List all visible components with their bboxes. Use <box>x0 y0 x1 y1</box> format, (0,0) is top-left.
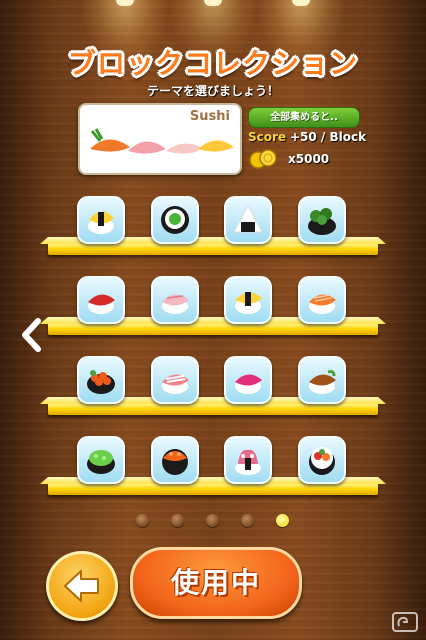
score-value: +50 / Block <box>290 130 367 144</box>
coin-count: x5000 <box>288 152 330 166</box>
ikura-gunkan-icon[interactable] <box>77 356 125 404</box>
octopus-nigiri-icon[interactable] <box>224 436 272 484</box>
salmon-roe-roll-icon[interactable] <box>151 436 199 484</box>
cucumber-roll-icon[interactable] <box>151 196 199 244</box>
tamago-nigiri-icon[interactable] <box>224 276 272 324</box>
shelf <box>48 243 378 255</box>
eel-nigiri-icon[interactable] <box>298 356 346 404</box>
onigiri-icon[interactable] <box>224 196 272 244</box>
yellowtail-nigiri-icon[interactable] <box>151 276 199 324</box>
salmon-nigiri-icon[interactable] <box>298 276 346 324</box>
collect-all-button[interactable]: 全部集めると.. <box>248 107 360 128</box>
chevron-left-icon[interactable] <box>20 318 42 352</box>
theme-card[interactable]: Sushi <box>78 103 242 175</box>
chirashi-roll-icon[interactable] <box>298 436 346 484</box>
page-dot-active[interactable] <box>276 514 289 527</box>
page-dot[interactable] <box>136 514 149 527</box>
page-subtitle: テーマを選びましょう！ <box>146 84 279 98</box>
theme-name: Sushi <box>189 109 230 124</box>
page-dot[interactable] <box>241 514 254 527</box>
tuna-nigiri-icon[interactable] <box>77 276 125 324</box>
seaweed-gunkan-icon[interactable] <box>298 196 346 244</box>
green-roe-gunkan-icon[interactable] <box>77 436 125 484</box>
arrow-left-icon <box>64 570 99 602</box>
coin-icon <box>249 149 277 169</box>
in-use-button[interactable]: 使用中 <box>130 547 302 619</box>
shelf <box>48 403 378 415</box>
shelf <box>48 323 378 335</box>
score-label: Score <box>248 130 287 144</box>
back-button[interactable] <box>46 551 118 621</box>
site-logo <box>392 612 418 632</box>
shrimp-nigiri-icon[interactable] <box>151 356 199 404</box>
tamago-nigiri-icon[interactable] <box>77 196 125 244</box>
page-dot[interactable] <box>206 514 219 527</box>
page-indicator <box>0 514 426 530</box>
sushi-theme-art <box>88 128 234 167</box>
fatty-tuna-nigiri-icon[interactable] <box>224 356 272 404</box>
page-title: ブロックコレクション <box>67 47 358 80</box>
shelf <box>48 483 378 495</box>
page-dot[interactable] <box>171 514 184 527</box>
